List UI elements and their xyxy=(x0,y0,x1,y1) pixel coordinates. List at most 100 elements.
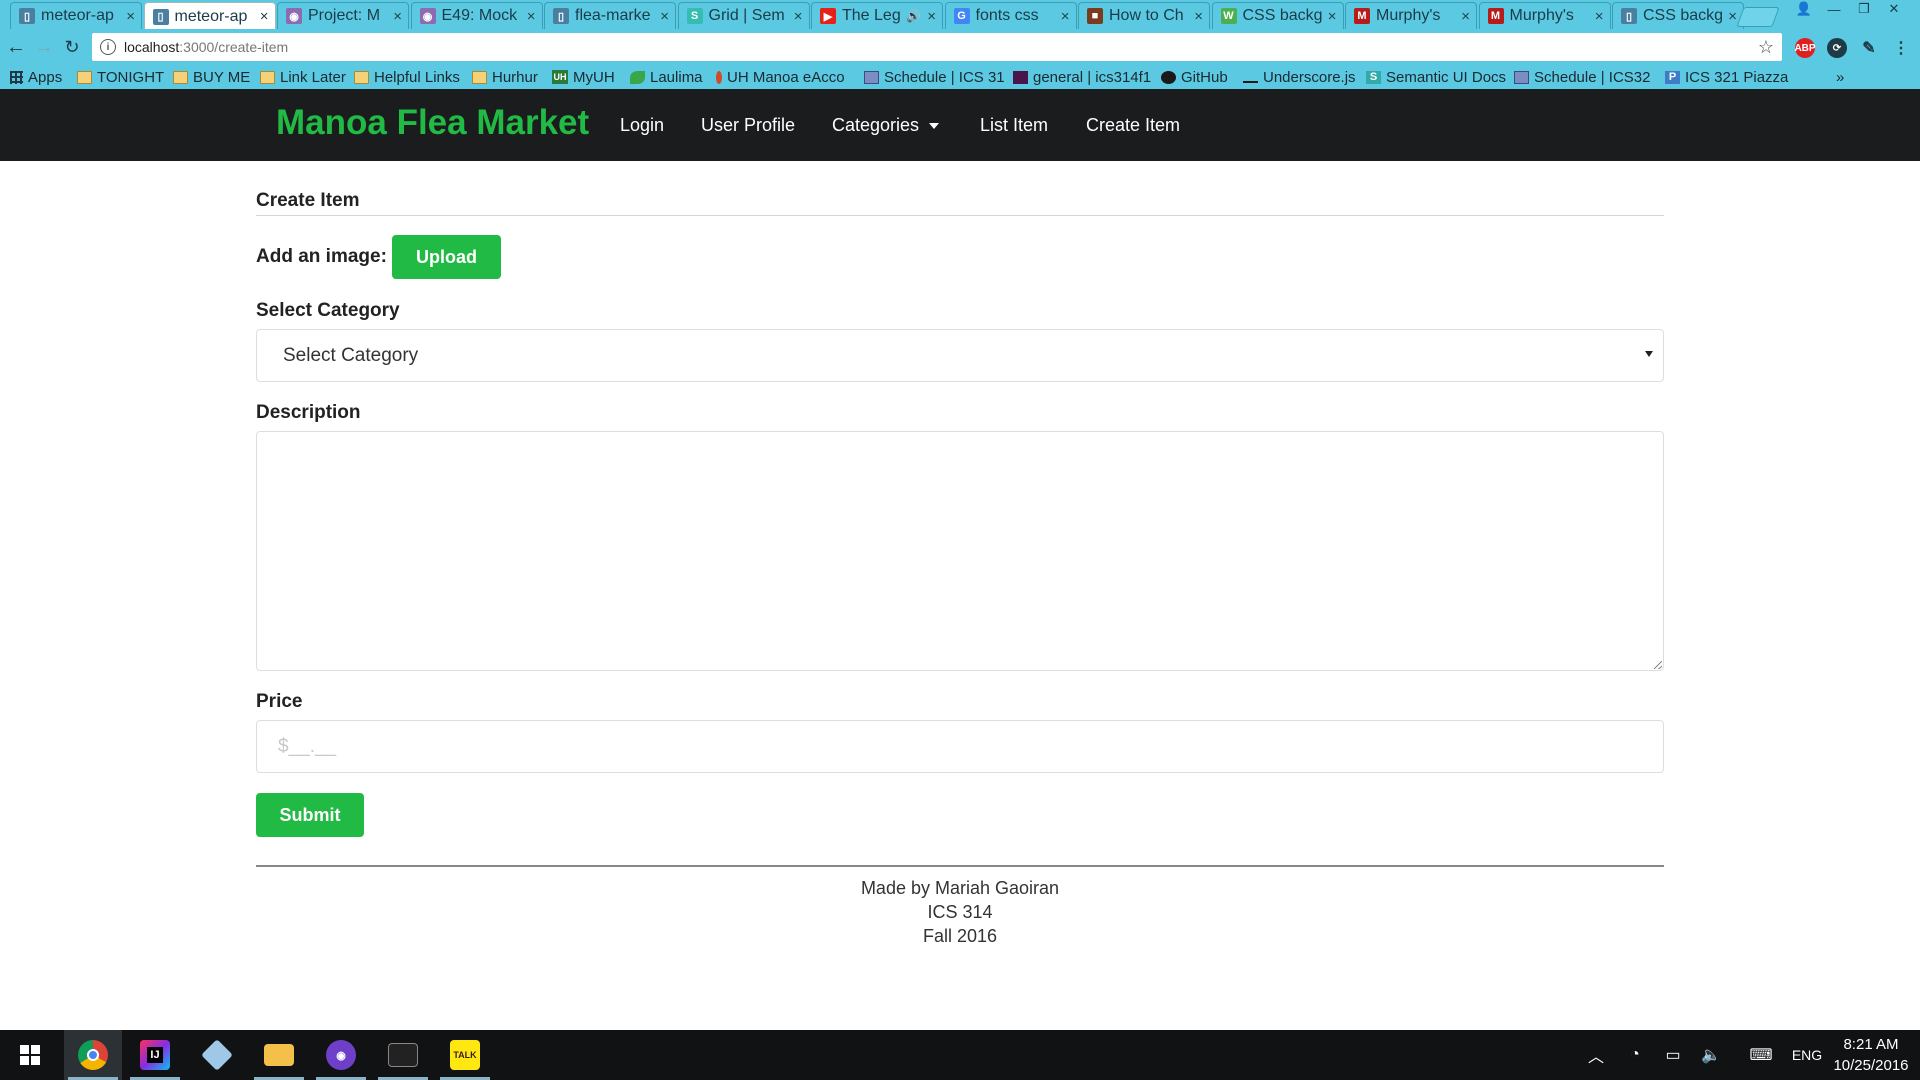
battery-icon[interactable]: ▭ xyxy=(1660,1030,1686,1080)
taskbar-kakaotalk[interactable]: TALK xyxy=(436,1030,494,1080)
minimize-button[interactable]: — xyxy=(1822,0,1846,18)
language-indicator[interactable]: ENG xyxy=(1790,1030,1824,1080)
browser-tab[interactable]: ■ How to Ch × xyxy=(1078,2,1210,29)
bookmark-item[interactable]: general | ics314f1 xyxy=(1013,67,1151,87)
tab-close-icon[interactable]: × xyxy=(1328,8,1337,25)
tab-label: The Leg xyxy=(842,7,901,24)
bookmark-star-icon[interactable]: ☆ xyxy=(1758,37,1774,58)
browser-tab[interactable]: M Murphy's × xyxy=(1345,2,1477,29)
category-selected-value: Select Category xyxy=(283,344,419,366)
browser-tab[interactable]: ▯ meteor-ap × xyxy=(143,2,276,30)
back-button[interactable]: ← xyxy=(4,35,28,59)
tab-close-icon[interactable]: × xyxy=(393,8,402,25)
nav-categories-dropdown[interactable]: Categories xyxy=(832,115,940,136)
info-icon[interactable]: i xyxy=(100,39,116,55)
forward-button[interactable]: → xyxy=(32,35,56,59)
eyedropper-icon[interactable]: ✎ xyxy=(1859,38,1879,58)
taskbar-terminal[interactable] xyxy=(374,1030,432,1080)
wifi-icon[interactable]: ◔ xyxy=(1622,1030,1648,1080)
bookmark-label: Laulima xyxy=(650,68,703,86)
bookmark-favicon-icon xyxy=(10,70,23,84)
nav-user-profile[interactable]: User Profile xyxy=(701,115,795,136)
bookmark-favicon-icon xyxy=(1243,81,1258,83)
tab-close-icon[interactable]: × xyxy=(1595,8,1604,25)
volume-icon[interactable]: 🔈 xyxy=(1698,1030,1724,1080)
clock-date: 10/25/2016 xyxy=(1833,1057,1909,1074)
folder-icon xyxy=(173,70,188,84)
tab-close-icon[interactable]: × xyxy=(1061,8,1070,25)
taskbar-intellij[interactable]: IJ xyxy=(126,1030,184,1080)
category-select[interactable]: Select Category xyxy=(256,329,1664,382)
profile-icon[interactable]: 👤 xyxy=(1792,0,1816,18)
tab-close-icon[interactable]: × xyxy=(260,8,269,25)
tab-close-icon[interactable]: × xyxy=(527,8,536,25)
bookmark-item[interactable]: Laulima xyxy=(630,67,703,87)
browser-tab[interactable]: S Grid | Sem × xyxy=(677,2,810,29)
resize-grip-icon[interactable] xyxy=(1654,661,1662,669)
bookmark-label: Helpful Links xyxy=(374,68,460,86)
browser-tab[interactable]: M Murphy's × xyxy=(1478,2,1611,29)
browser-tab[interactable]: ▯ CSS backg × xyxy=(1612,2,1744,29)
tab-close-icon[interactable]: × xyxy=(1728,8,1737,25)
github-icon: ◉ xyxy=(326,1040,356,1070)
taskbar-virtualbox[interactable] xyxy=(188,1030,246,1080)
bookmark-item[interactable]: Link Later xyxy=(260,67,346,87)
speaker-icon[interactable]: 🔊 xyxy=(906,9,921,23)
bookmark-item[interactable]: Apps xyxy=(10,67,62,87)
browser-tab[interactable]: ◉ E49: Mock × xyxy=(410,2,543,29)
tab-label: meteor-ap xyxy=(41,7,114,24)
keyboard-icon[interactable]: ⌨ xyxy=(1744,1030,1778,1080)
price-input[interactable]: $__.__ xyxy=(256,720,1664,773)
extension-icon[interactable]: ⟳ xyxy=(1827,38,1847,58)
tab-close-icon[interactable]: × xyxy=(1461,8,1470,25)
bookmark-item[interactable]: S Semantic UI Docs xyxy=(1366,67,1506,87)
upload-button[interactable]: Upload xyxy=(392,235,501,279)
submit-button[interactable]: Submit xyxy=(256,793,364,837)
tab-close-icon[interactable]: × xyxy=(1194,8,1203,25)
browser-tab[interactable]: ▯ meteor-ap × xyxy=(10,2,142,29)
new-tab-button[interactable] xyxy=(1736,7,1780,27)
taskbar-file-explorer[interactable] xyxy=(250,1030,308,1080)
browser-tab[interactable]: W CSS backg × xyxy=(1211,2,1344,29)
bookmark-item[interactable]: UH MyUH xyxy=(552,67,615,87)
taskbar-chrome[interactable] xyxy=(64,1030,122,1080)
description-textarea[interactable] xyxy=(256,431,1664,671)
nav-list-item[interactable]: List Item xyxy=(980,115,1048,136)
adblock-icon[interactable]: ABP xyxy=(1794,38,1816,58)
bookmark-item[interactable]: Hurhur xyxy=(472,67,538,87)
dropdown-arrow-icon xyxy=(1645,351,1653,357)
bookmark-item[interactable]: Underscore.js xyxy=(1243,67,1356,87)
bookmark-item[interactable]: Helpful Links xyxy=(354,67,460,87)
site-brand[interactable]: Manoa Flea Market xyxy=(276,103,589,143)
tab-close-icon[interactable]: × xyxy=(794,8,803,25)
nav-login[interactable]: Login xyxy=(620,115,664,136)
footer-author: Made by Mariah Gaoiran xyxy=(860,878,1060,898)
close-window-button[interactable]: ✕ xyxy=(1882,0,1906,18)
address-bar[interactable]: i localhost:3000/create-item ☆ xyxy=(92,33,1782,61)
browser-tab[interactable]: ▶ The Leg 🔊 × xyxy=(811,2,943,29)
menu-icon[interactable]: ⋮ xyxy=(1891,38,1911,58)
start-button[interactable] xyxy=(0,1030,60,1080)
tab-close-icon[interactable]: × xyxy=(927,8,936,25)
bookmarks-overflow-icon[interactable]: » xyxy=(1836,67,1844,87)
bookmark-item[interactable]: Schedule | ICS32 xyxy=(1514,67,1650,87)
browser-tab[interactable]: ◉ Project: M × xyxy=(277,2,409,29)
folder-icon xyxy=(354,70,369,84)
bookmark-item[interactable]: TONIGHT xyxy=(77,67,164,87)
tab-close-icon[interactable]: × xyxy=(126,8,135,25)
restore-button[interactable]: ❐ xyxy=(1852,0,1876,18)
bookmark-item[interactable]: GitHub xyxy=(1161,67,1228,87)
reload-button[interactable]: ↻ xyxy=(60,35,84,59)
tab-close-icon[interactable]: × xyxy=(660,8,669,25)
tab-label: fonts css xyxy=(975,7,1039,24)
browser-tab[interactable]: Gfonts css × xyxy=(944,2,1077,29)
taskbar-github-desktop[interactable]: ◉ xyxy=(312,1030,370,1080)
bookmark-item[interactable]: P ICS 321 Piazza xyxy=(1665,67,1788,87)
browser-tab[interactable]: ▯ flea-marke × xyxy=(544,2,676,29)
nav-create-item[interactable]: Create Item xyxy=(1086,115,1180,136)
bookmark-item[interactable]: UH Manoa eAcco xyxy=(716,67,845,87)
bookmark-item[interactable]: BUY ME xyxy=(173,67,250,87)
tray-chevron-icon[interactable]: ︿ xyxy=(1584,1030,1608,1080)
taskbar-clock[interactable]: 8:21 AM 10/25/2016 xyxy=(1826,1034,1916,1076)
bookmark-item[interactable]: Schedule | ICS 31 xyxy=(864,67,1005,87)
